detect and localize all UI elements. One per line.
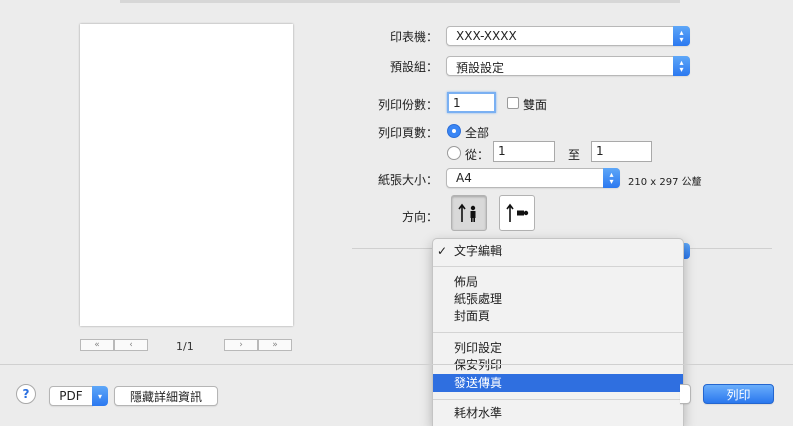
chevron-right-icon: ›	[239, 340, 243, 350]
cancel-button-edge[interactable]	[680, 384, 691, 404]
printer-select[interactable]: XXX-XXXX ▴ ▾	[446, 26, 690, 46]
hide-details-button[interactable]: 隱藏詳細資訊	[114, 386, 218, 406]
menu-item-paper-handling[interactable]: 紙張處理	[433, 290, 683, 308]
menu-item-label: 佈局	[454, 275, 479, 289]
next-page-button[interactable]: ›	[224, 339, 258, 351]
menu-item-text-editing[interactable]: ✓ 文字編輯	[433, 242, 683, 260]
pdf-menu-button[interactable]: ▾	[92, 386, 108, 406]
help-icon: ?	[22, 387, 30, 401]
menu-item-supply-levels[interactable]: 耗材水準	[433, 404, 683, 422]
up-down-arrows-icon: ▴ ▾	[603, 168, 620, 188]
paper-size-select[interactable]: A4 ▴ ▾	[446, 168, 620, 188]
page-indicator: 1/1	[176, 340, 194, 353]
hide-details-label: 隱藏詳細資訊	[129, 389, 202, 404]
copies-label: 列印份數：	[377, 98, 438, 112]
up-down-arrows-icon: ▴ ▾	[673, 26, 690, 46]
pages-from-field[interactable]: 1	[493, 141, 555, 162]
orientation-label: 方向：	[401, 210, 438, 224]
menu-item-label: 封面頁	[454, 309, 491, 323]
pages-all-label: 全部	[465, 126, 490, 140]
pages-all-radio[interactable]	[447, 124, 461, 138]
menu-item-cover-page[interactable]: 封面頁	[433, 307, 683, 325]
up-down-arrows-icon: ▴ ▾	[673, 56, 690, 76]
presets-select[interactable]: 預設設定 ▴ ▾	[446, 56, 690, 76]
first-page-button[interactable]: «	[80, 339, 114, 351]
pages-to-field[interactable]: 1	[591, 141, 652, 162]
chevron-left-icon: ‹	[129, 340, 133, 350]
pdf-button-label: PDF	[59, 389, 83, 403]
duplex-label: 雙面	[523, 98, 548, 112]
menu-item-label: 耗材水準	[454, 406, 503, 420]
footer-separator	[0, 364, 793, 365]
menu-separator	[433, 266, 683, 267]
menu-separator	[433, 332, 683, 333]
sheet-top-edge	[120, 0, 680, 3]
paper-size-label: 紙張大小：	[377, 173, 438, 187]
portrait-icon	[458, 203, 476, 222]
menu-item-layout[interactable]: 佈局	[433, 273, 683, 291]
double-chevron-left-icon: «	[94, 340, 100, 350]
double-chevron-right-icon: »	[272, 340, 278, 350]
print-preview-page	[80, 24, 293, 326]
last-page-button[interactable]: »	[258, 339, 292, 351]
landscape-icon	[506, 203, 529, 222]
menu-item-label: 文字編輯	[454, 244, 503, 258]
printer-label: 印表機：	[389, 30, 438, 44]
menu-item-secure-print[interactable]: 保安列印	[433, 356, 683, 374]
portrait-orientation-button[interactable]	[451, 195, 487, 231]
print-button-label: 列印	[726, 387, 751, 402]
pages-from-label: 從：	[465, 148, 490, 162]
menu-item-label: 紙張處理	[454, 292, 503, 306]
presets-label: 預設組：	[389, 60, 438, 74]
previous-page-button[interactable]: ‹	[114, 339, 148, 351]
print-button[interactable]: 列印	[703, 384, 774, 404]
menu-item-print-settings[interactable]: 列印設定	[433, 339, 683, 357]
pages-to-label: 至	[568, 148, 581, 162]
chevron-down-icon: ▾	[97, 391, 102, 401]
pages-range-radio[interactable]	[447, 146, 461, 160]
paper-size-value: A4	[456, 171, 472, 185]
menu-item-send-fax[interactable]: 發送傳真	[433, 374, 683, 392]
pdf-button[interactable]: PDF	[49, 386, 93, 406]
landscape-orientation-button[interactable]	[499, 195, 535, 231]
duplex-checkbox[interactable]	[507, 97, 519, 109]
menu-item-label: 列印設定	[454, 341, 503, 355]
menu-item-label: 發送傳真	[454, 376, 503, 390]
menu-item-label: 保安列印	[454, 358, 503, 372]
menu-separator	[433, 399, 683, 400]
copies-field[interactable]: 1	[447, 92, 496, 113]
checkmark-icon: ✓	[437, 244, 448, 258]
pages-label: 列印頁數：	[377, 126, 438, 140]
printer-value: XXX-XXXX	[456, 29, 517, 43]
paper-dimensions: 210 x 297 公釐	[628, 177, 702, 188]
section-dropdown-menu[interactable]: ✓ 文字編輯 佈局 紙張處理 封面頁 列印設定 保安列印 發送傳真 耗材水準	[432, 238, 684, 426]
presets-value: 預設設定	[456, 61, 505, 75]
help-button[interactable]: ?	[16, 384, 36, 404]
